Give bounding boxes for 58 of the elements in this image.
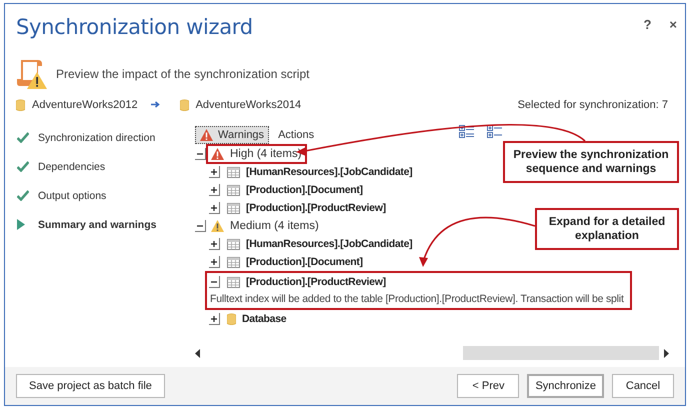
warning-icon bbox=[211, 220, 224, 232]
collapse-all-icon[interactable] bbox=[487, 125, 503, 139]
table-icon bbox=[227, 166, 240, 178]
database-icon bbox=[16, 99, 25, 111]
collapse-toggle[interactable] bbox=[209, 276, 220, 288]
collapse-toggle[interactable] bbox=[195, 148, 206, 160]
scroll-right-icon[interactable] bbox=[663, 348, 669, 358]
window-title: Synchronization wizard bbox=[16, 15, 253, 39]
table-item[interactable]: [Production].[Document] bbox=[246, 184, 363, 196]
collapse-toggle[interactable] bbox=[195, 220, 206, 232]
warning-icon bbox=[200, 128, 213, 140]
table-icon bbox=[227, 184, 240, 196]
actions-tab[interactable]: Actions bbox=[273, 126, 320, 144]
script-warning-icon bbox=[16, 58, 48, 90]
table-icon bbox=[227, 276, 240, 288]
save-batch-button[interactable]: Save project as batch file bbox=[16, 374, 165, 398]
target-database: AdventureWorks2014 bbox=[196, 99, 302, 111]
source-database: AdventureWorks2012 bbox=[32, 99, 138, 111]
callout-box: Expand for a detailed explanation bbox=[535, 208, 679, 250]
help-button[interactable]: ? bbox=[643, 17, 652, 32]
callout-box: Preview the synchronization sequence and warnings bbox=[503, 141, 679, 183]
cancel-button[interactable]: Cancel bbox=[612, 374, 674, 398]
warning-icon bbox=[211, 148, 224, 160]
expand-all-icon[interactable] bbox=[459, 125, 475, 139]
table-icon bbox=[227, 238, 240, 250]
table-item[interactable]: [Production].[Document] bbox=[246, 256, 363, 268]
selected-count: Selected for synchronization: 7 bbox=[518, 99, 668, 111]
severity-group[interactable]: High (4 items) bbox=[230, 148, 302, 160]
expand-toggle[interactable] bbox=[209, 166, 220, 178]
synchronize-button[interactable]: Synchronize bbox=[527, 374, 604, 398]
wizard-step[interactable]: Synchronization direction bbox=[38, 132, 156, 144]
table-icon bbox=[227, 256, 240, 268]
wizard-step[interactable]: Dependencies bbox=[38, 160, 106, 172]
expand-toggle[interactable] bbox=[209, 238, 220, 250]
scroll-left-icon[interactable] bbox=[195, 348, 201, 358]
expand-toggle[interactable] bbox=[209, 256, 220, 268]
table-icon bbox=[227, 202, 240, 214]
expand-toggle[interactable] bbox=[209, 184, 220, 196]
current-step-icon bbox=[17, 219, 25, 230]
arrow-icon bbox=[150, 101, 160, 108]
prev-button[interactable]: < Prev bbox=[457, 374, 520, 398]
table-item[interactable]: [Production].[ProductReview] bbox=[246, 202, 386, 214]
wizard-step[interactable]: Output options bbox=[38, 190, 106, 202]
table-item[interactable]: [HumanResources].[JobCandidate] bbox=[246, 166, 412, 178]
header-text: Preview the impact of the synchronization script bbox=[56, 66, 310, 80]
severity-group[interactable]: Medium (4 items) bbox=[230, 220, 319, 232]
warnings-tab[interactable]: Warnings bbox=[195, 126, 270, 144]
database-icon bbox=[227, 313, 236, 325]
scroll-thumb[interactable] bbox=[463, 346, 659, 360]
warning-detail: Fulltext index will be added to the table [Production].[ProductReview]. Transaction will be split bbox=[209, 292, 624, 307]
table-item[interactable]: [HumanResources].[JobCandidate] bbox=[246, 238, 412, 250]
expand-toggle[interactable] bbox=[209, 313, 220, 325]
table-item[interactable]: [Production].[ProductReview] bbox=[246, 276, 386, 288]
expand-toggle[interactable] bbox=[209, 202, 220, 214]
wizard-step[interactable]: Summary and warnings bbox=[38, 218, 156, 230]
close-button[interactable]: × bbox=[669, 17, 677, 32]
database-icon bbox=[180, 99, 189, 111]
database-item[interactable]: Database bbox=[242, 313, 286, 325]
